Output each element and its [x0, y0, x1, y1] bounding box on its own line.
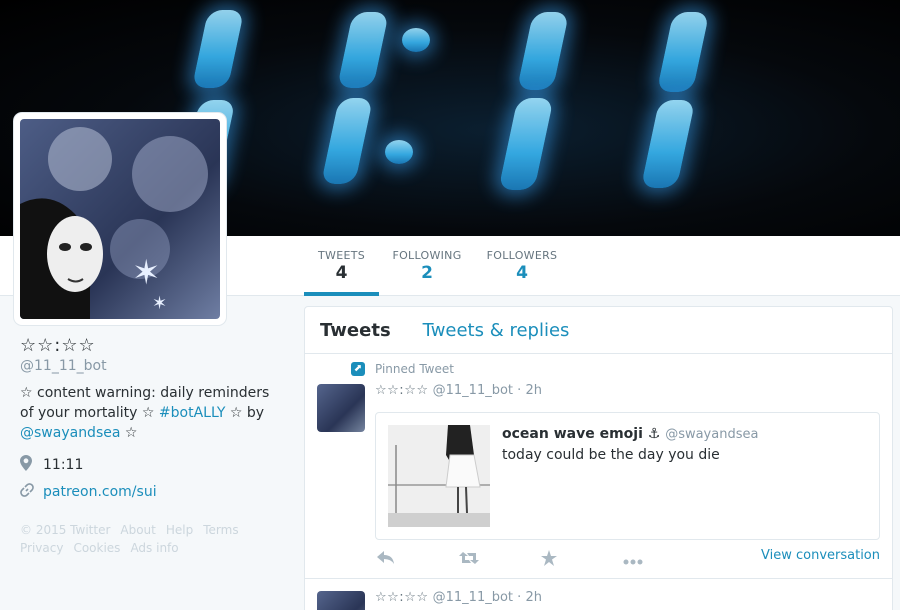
tweet-author-name[interactable]: ☆☆:☆☆ — [375, 590, 429, 605]
profile-avatar[interactable]: ✶ ✶ — [14, 113, 226, 325]
banner-colon-dot — [385, 140, 413, 164]
tweet-actions — [377, 550, 705, 570]
profile-name[interactable]: ☆☆:☆☆ — [20, 335, 285, 356]
footer-link-terms[interactable]: Terms — [203, 523, 238, 537]
profile-location: 11:11 — [20, 455, 285, 475]
bio-mention-link[interactable]: @swayandsea — [20, 425, 120, 441]
stat-value: 4 — [516, 263, 528, 283]
stat-label: FOLLOWING — [392, 249, 462, 262]
pinned-label: Pinned Tweet — [375, 362, 454, 376]
banner-digit-segment — [656, 12, 710, 92]
quoted-tweet[interactable]: ocean wave emoji ⚓ @swayandsea today cou… — [375, 412, 880, 540]
stat-followers[interactable]: FOLLOWERS 4 — [486, 236, 558, 296]
tweet-avatar[interactable] — [317, 384, 365, 432]
quoted-author-handle: @swayandsea — [665, 427, 759, 442]
banner-digit-segment — [336, 12, 390, 88]
tweet-header: ☆☆:☆☆ @11_11_bot · 2h — [375, 383, 542, 398]
footer-copyright: © 2015 Twitter — [20, 523, 111, 537]
tweet-avatar[interactable] — [317, 591, 365, 610]
stat-following[interactable]: FOLLOWING 2 — [390, 236, 464, 296]
footer-link-cookies[interactable]: Cookies — [73, 541, 120, 555]
pin-icon: ⬈ — [351, 362, 365, 376]
quoted-tweet-author[interactable]: ocean wave emoji ⚓ @swayandsea — [502, 426, 758, 442]
bio-text: ☆ by — [225, 405, 265, 421]
tweet-time[interactable]: 2h — [525, 383, 542, 398]
timeline: Tweets Tweets & replies ⬈ Pinned Tweet ☆… — [304, 306, 893, 610]
profile-bio: ☆ content warning: daily reminders of yo… — [20, 383, 285, 443]
favorite-icon[interactable] — [541, 550, 623, 570]
retweet-icon[interactable] — [459, 550, 541, 570]
stat-tweets[interactable]: TWEETS 4 — [304, 236, 379, 296]
location-text: 11:11 — [43, 457, 84, 473]
tweet-header: ☆☆:☆☆ @11_11_bot · 2h — [375, 590, 542, 605]
quoted-tweet-text: today could be the day you die — [502, 447, 720, 463]
tweet-item[interactable]: ⬈ Pinned Tweet ☆☆:☆☆ @11_11_bot · 2h oce… — [305, 354, 892, 579]
quoted-tweet-image — [388, 425, 490, 527]
timeline-tabs: Tweets Tweets & replies — [305, 307, 892, 354]
tab-tweets[interactable]: Tweets — [320, 320, 391, 341]
more-icon[interactable] — [623, 550, 705, 570]
svg-text:✶: ✶ — [152, 293, 167, 314]
stat-value: 4 — [335, 263, 348, 283]
tweet-author-handle[interactable]: @11_11_bot — [433, 383, 513, 398]
tweet-item[interactable]: ☆☆:☆☆ @11_11_bot · 2h — [305, 579, 892, 610]
banner-digit-segment — [640, 100, 696, 188]
footer-link-ads-info[interactable]: Ads info — [130, 541, 178, 555]
bio-hashtag-link[interactable]: #botALLY — [159, 405, 226, 421]
tab-tweets-and-replies[interactable]: Tweets & replies — [423, 320, 570, 341]
view-conversation-link[interactable]: View conversation — [761, 548, 880, 563]
tweet-author-name[interactable]: ☆☆:☆☆ — [375, 383, 429, 398]
footer-link-privacy[interactable]: Privacy — [20, 541, 63, 555]
pinned-indicator: ⬈ Pinned Tweet — [351, 362, 454, 376]
svg-text:✶: ✶ — [132, 253, 161, 293]
profile-info: ☆☆:☆☆ @11_11_bot ☆ content warning: dail… — [20, 335, 285, 557]
footer-link-about[interactable]: About — [120, 523, 155, 537]
map-pin-icon — [20, 455, 36, 475]
reply-icon[interactable] — [377, 550, 459, 570]
website-link[interactable]: patreon.com/sui — [43, 484, 157, 500]
avatar-image: ✶ ✶ — [20, 119, 220, 319]
stat-value: 2 — [421, 263, 433, 283]
tweet-author-handle[interactable]: @11_11_bot — [433, 590, 513, 605]
banner-colon-dot — [402, 28, 430, 52]
stat-label: TWEETS — [318, 249, 365, 262]
banner-digit-segment — [498, 98, 554, 190]
banner-digit-segment — [191, 10, 245, 88]
profile-handle[interactable]: @11_11_bot — [20, 358, 285, 374]
banner-digit-segment — [320, 98, 374, 184]
profile-website: patreon.com/sui — [20, 483, 285, 501]
footer-link-help[interactable]: Help — [166, 523, 193, 537]
footer-links: © 2015 Twitter About Help Terms Privacy Cook… — [20, 521, 285, 557]
avatar-illustration: ✶ ✶ — [20, 127, 208, 319]
link-icon — [20, 483, 36, 501]
quoted-author-name: ocean wave emoji ⚓ — [502, 426, 661, 442]
tweet-time[interactable]: 2h — [525, 590, 542, 605]
bio-text: ☆ — [120, 425, 138, 441]
banner-digit-segment — [516, 12, 570, 90]
stat-label: FOLLOWERS — [486, 249, 558, 262]
